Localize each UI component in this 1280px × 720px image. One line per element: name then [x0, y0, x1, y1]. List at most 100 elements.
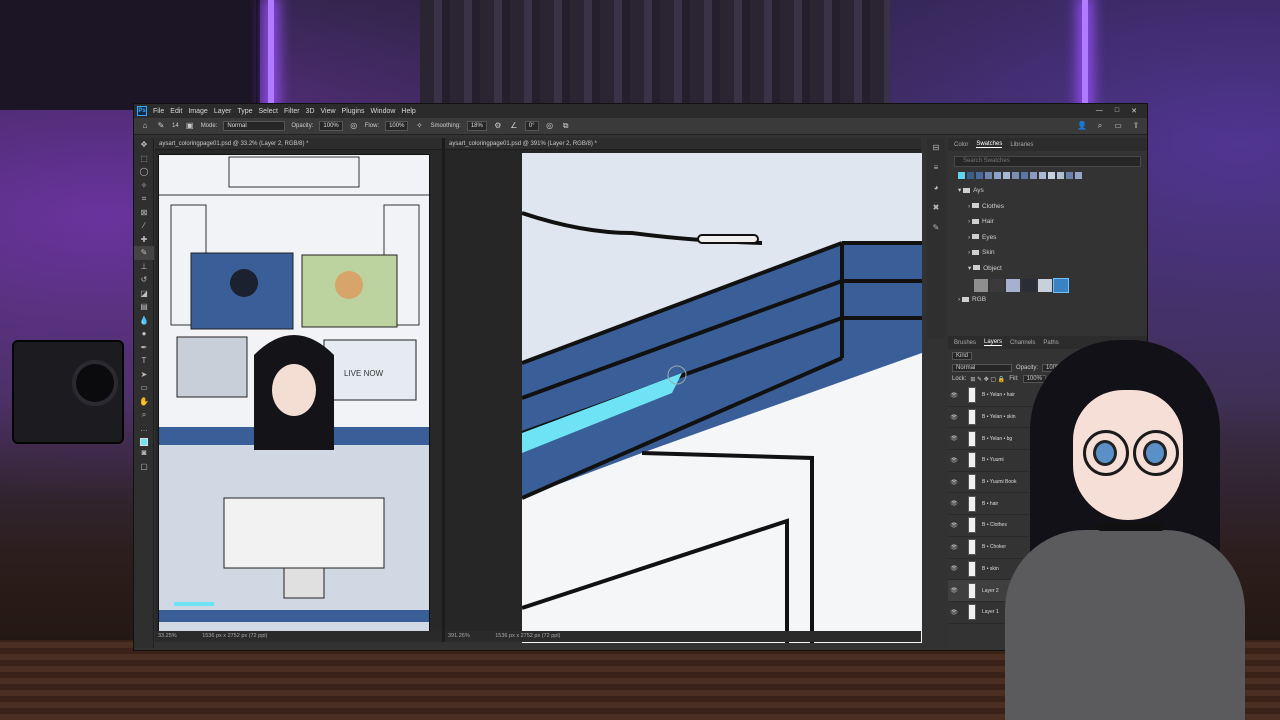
swatch[interactable] — [1003, 172, 1010, 179]
swatch[interactable] — [1021, 172, 1028, 179]
doc-tab-overview[interactable]: aysart_coloringpage01.psd @ 33.2% (Layer… — [155, 138, 442, 150]
swatch-group-clothes[interactable]: › Clothes — [958, 199, 1147, 215]
tools-icon[interactable]: ✖ — [927, 198, 945, 218]
frame-tool-icon[interactable]: ⊠ — [134, 206, 154, 220]
visibility-eye-icon[interactable]: 👁 — [948, 457, 960, 464]
pressure-opacity-icon[interactable]: ◎ — [349, 121, 359, 131]
object-swatch[interactable] — [1053, 278, 1069, 293]
eraser-tool-icon[interactable]: ◪ — [134, 287, 154, 301]
swatch[interactable] — [994, 172, 1001, 179]
visibility-eye-icon[interactable]: 👁 — [948, 609, 960, 616]
zoom-tool-icon[interactable]: ⌕ — [134, 408, 154, 422]
swatches-search-input[interactable]: Search Swatches — [954, 156, 1141, 167]
swatch-group-rgb[interactable]: › RGB — [958, 292, 1147, 308]
quick-select-tool-icon[interactable]: ✧ — [134, 179, 154, 193]
swatch[interactable] — [976, 172, 983, 179]
object-swatch[interactable] — [990, 279, 1004, 292]
object-swatch[interactable] — [1038, 279, 1052, 292]
swatch[interactable] — [1012, 172, 1019, 179]
swatch[interactable] — [1048, 172, 1055, 179]
stamp-tool-icon[interactable]: ⊥ — [134, 260, 154, 274]
menu-layer[interactable]: Layer — [214, 108, 232, 115]
move-tool-icon[interactable]: ✥ — [134, 138, 154, 152]
hand-tool-icon[interactable]: ✋ — [134, 395, 154, 409]
quick-mask-icon[interactable]: ◙ — [134, 446, 154, 460]
type-tool-icon[interactable]: T — [134, 354, 154, 368]
swatch-group-skin[interactable]: › Skin — [958, 245, 1147, 261]
blur-tool-icon[interactable]: 💧 — [134, 314, 154, 328]
menu-edit[interactable]: Edit — [170, 108, 182, 115]
brush-tool-icon[interactable]: ✎ — [134, 246, 154, 260]
eyedropper-tool-icon[interactable]: ⁄ — [134, 219, 154, 233]
adjustments-icon[interactable]: ≡ — [927, 158, 945, 178]
swatch[interactable] — [1030, 172, 1037, 179]
workspace-icon[interactable]: ▭ — [1113, 121, 1123, 131]
close-button[interactable]: ✕ — [1131, 107, 1137, 115]
visibility-eye-icon[interactable]: 👁 — [948, 392, 960, 399]
shape-tool-icon[interactable]: ▭ — [134, 381, 154, 395]
gear-icon[interactable]: ⚙ — [493, 121, 503, 131]
tab-brushes[interactable]: Brushes — [954, 340, 976, 346]
swatch[interactable] — [1066, 172, 1073, 179]
swatch-group-ays[interactable]: ▾ Ays — [958, 183, 1147, 199]
dodge-tool-icon[interactable]: ● — [134, 327, 154, 341]
swatch-group-hair[interactable]: › Hair — [958, 214, 1147, 230]
color-wheel-icon[interactable]: ◕ — [927, 178, 945, 198]
canvas-overview[interactable]: LIVE NOW — [158, 154, 430, 640]
airbrush-icon[interactable]: ✧ — [414, 121, 424, 131]
brush-settings-icon[interactable]: ▣ — [185, 121, 195, 131]
visibility-eye-icon[interactable]: 👁 — [948, 522, 960, 529]
visibility-eye-icon[interactable]: 👁 — [948, 565, 960, 572]
share-icon[interactable]: 👤 — [1077, 121, 1087, 131]
zoom-level[interactable]: 33.25% — [158, 633, 177, 639]
zoom-level-zoom[interactable]: 391.26% — [448, 633, 470, 639]
object-swatch[interactable] — [1022, 279, 1036, 292]
menu-view[interactable]: View — [321, 108, 336, 115]
symmetry-icon[interactable]: ⧉ — [561, 121, 571, 131]
visibility-eye-icon[interactable]: 👁 — [948, 479, 960, 486]
foreground-color-swatch[interactable] — [139, 438, 148, 446]
screen-mode-icon[interactable]: ▢ — [134, 460, 154, 474]
menu-file[interactable]: File — [153, 108, 164, 115]
history-brush-tool-icon[interactable]: ↺ — [134, 273, 154, 287]
marquee-tool-icon[interactable]: ⬚ — [134, 152, 154, 166]
menu-filter[interactable]: Filter — [284, 108, 300, 115]
pressure-size-icon[interactable]: ◎ — [545, 121, 555, 131]
share-upload-icon[interactable]: ⇪ — [1131, 121, 1141, 131]
menu-select[interactable]: Select — [259, 108, 278, 115]
tab-swatches[interactable]: Swatches — [976, 141, 1003, 148]
healing-tool-icon[interactable]: ✚ — [134, 233, 154, 247]
swatch[interactable] — [1039, 172, 1046, 179]
swatch-group-eyes[interactable]: › Eyes — [958, 230, 1147, 246]
visibility-eye-icon[interactable]: 👁 — [948, 544, 960, 551]
object-swatch[interactable] — [1006, 279, 1020, 292]
minimize-button[interactable]: — — [1096, 107, 1103, 115]
brush-tool-icon[interactable]: ✎ — [156, 121, 166, 131]
brush-presets-icon[interactable]: ✎ — [927, 218, 945, 238]
mode-select[interactable]: Normal — [223, 121, 286, 131]
menu-window[interactable]: Window — [371, 108, 396, 115]
visibility-eye-icon[interactable]: 👁 — [948, 414, 960, 421]
opacity-field[interactable]: 100% — [319, 121, 343, 131]
visibility-eye-icon[interactable]: 👁 — [948, 587, 960, 594]
menu-plugins[interactable]: Plugins — [342, 108, 365, 115]
object-swatch[interactable] — [974, 279, 988, 292]
swatch[interactable] — [967, 172, 974, 179]
home-icon[interactable]: ⌂ — [140, 121, 150, 131]
tab-color[interactable]: Color — [954, 142, 968, 148]
visibility-eye-icon[interactable]: 👁 — [948, 435, 960, 442]
menu-type[interactable]: Type — [237, 108, 252, 115]
menu-3d[interactable]: 3D — [306, 108, 315, 115]
swatch[interactable] — [985, 172, 992, 179]
path-select-tool-icon[interactable]: ➤ — [134, 368, 154, 382]
tab-libraries[interactable]: Libraries — [1010, 142, 1033, 148]
swatch[interactable] — [1057, 172, 1064, 179]
lasso-tool-icon[interactable]: ◯ — [134, 165, 154, 179]
swatch[interactable] — [958, 172, 965, 179]
swatch[interactable] — [1075, 172, 1082, 179]
menu-image[interactable]: Image — [188, 108, 207, 115]
brush-size[interactable]: 14 — [172, 123, 179, 129]
layer-filter-select[interactable]: Kind — [952, 352, 973, 360]
angle-field[interactable]: 0° — [524, 121, 539, 131]
gradient-tool-icon[interactable]: ▤ — [134, 300, 154, 314]
